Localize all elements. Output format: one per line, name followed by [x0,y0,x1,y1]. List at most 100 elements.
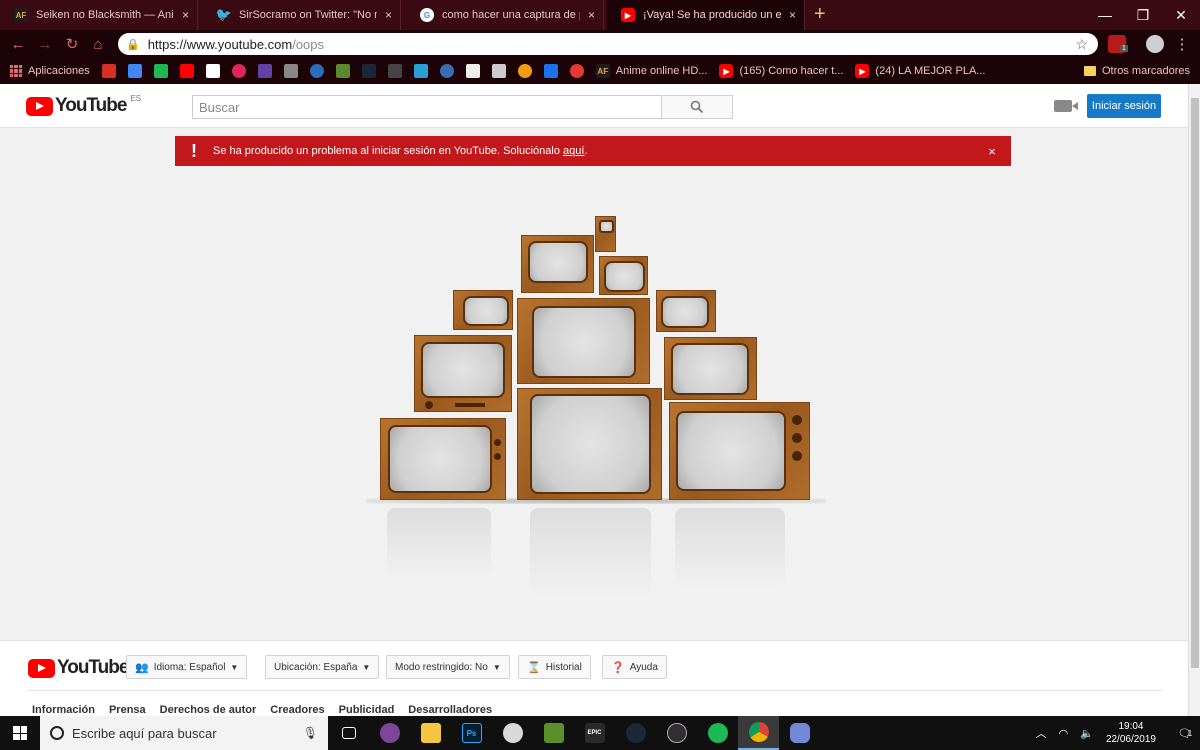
taskbar-app-photoshop[interactable]: Ps [451,716,492,750]
taskbar-app-minecraft[interactable] [533,716,574,750]
bookmark-blue-square-icon[interactable] [543,64,558,78]
bookmark-white-icon[interactable] [205,64,220,78]
footer-link-advertise[interactable]: Publicidad [339,704,395,716]
tv-set [595,216,616,252]
profile-avatar-icon[interactable] [1146,35,1164,53]
footer-link-developers[interactable]: Desarrolladores [408,704,492,716]
upload-video-icon[interactable] [1054,100,1078,112]
back-button[interactable]: ← [8,34,28,54]
bookmark-star-icon[interactable]: ☆ [1075,36,1088,53]
microphone-icon[interactable]: 🎙 [303,726,318,740]
tab-strip: AF Seiken no Blacksmith — AnimeF × 🐦 Sir… [0,0,1200,30]
signin-button[interactable]: Iniciar sesión [1087,94,1161,118]
taskbar-app-chrome[interactable] [738,716,779,750]
help-icon: ❓ [611,661,625,674]
alert-message: Se ha producido un problema al iniciar s… [213,145,588,157]
taskbar-app-epic[interactable]: EPIC [574,716,615,750]
minecraft-icon[interactable] [335,64,350,78]
close-tab-icon[interactable]: × [385,8,392,22]
globe-icon[interactable] [439,64,454,78]
footer-youtube-logo[interactable]: YouTube [28,657,129,679]
forward-button[interactable]: → [35,34,55,54]
close-tab-icon[interactable]: × [789,8,796,22]
home-button[interactable]: ⌂ [88,34,108,54]
start-button[interactable] [0,716,40,750]
tab-google[interactable]: G como hacer una captura de pant × [406,0,604,30]
task-view-icon [341,727,356,739]
bookmark-star-shape-icon[interactable] [465,64,480,78]
bookmark-youtube-2[interactable]: ▶ (24) LA MEJOR PLA... [855,64,985,78]
bookmark-green-icon[interactable] [153,64,168,78]
bookmark-orange-icon[interactable] [517,64,532,78]
taskbar-app-tor[interactable] [369,716,410,750]
alert-fix-link[interactable]: aquí [563,145,584,157]
tab-youtube-error[interactable]: ▶ ¡Vaya! Se ha producido un error × [607,0,805,30]
footer-link-press[interactable]: Prensa [109,704,146,716]
spotify-icon [707,723,728,743]
wifi-icon[interactable]: ◠ [1059,727,1069,740]
taskbar-app-paint[interactable] [492,716,533,750]
taskbar-app-discord[interactable] [779,716,820,750]
tab-twitter[interactable]: 🐦 SirSocramo on Twitter: "No me d × [203,0,401,30]
folder-icon [1083,66,1096,76]
translate-icon[interactable] [127,64,142,78]
search-button[interactable] [661,95,733,119]
language-icon: 👥 [135,661,149,674]
taskbar-search[interactable]: Escribe aquí para buscar 🎙 [40,716,328,750]
bookmark-apps[interactable]: Aplicaciones [10,65,90,77]
taskbar-app-obs[interactable] [656,716,697,750]
address-bar[interactable]: 🔒 https://www.youtube.com/oops ☆ [118,33,1098,55]
minimize-button[interactable]: — [1086,0,1124,30]
tv-set [380,418,506,500]
scrollbar-thumb[interactable] [1191,98,1199,668]
restricted-mode-button[interactable]: Modo restringido: No ▼ [386,655,510,679]
bookmark-lightblue-icon[interactable] [413,64,428,78]
restore-button[interactable]: ❐ [1124,0,1162,30]
tv-set [669,402,810,500]
task-view-button[interactable] [328,716,369,750]
heart-icon[interactable] [231,64,246,78]
new-tab-button[interactable]: + [814,3,826,26]
bookmark-bird-icon[interactable] [491,64,506,78]
twitch-icon[interactable] [257,64,272,78]
tray-chevron-icon[interactable]: ︿ [1036,725,1047,741]
language-button[interactable]: 👥 Idioma: Español ▼ [126,655,248,679]
caret-down-icon: ▼ [230,662,239,672]
taskbar-app-explorer[interactable] [410,716,451,750]
bookmark-dark-icon[interactable] [387,64,402,78]
animeflv-icon: AF [595,64,610,78]
history-button[interactable]: ⌛ Historial [518,655,591,679]
pokeball-icon[interactable] [569,64,584,78]
bookmark-youtube-1[interactable]: ▶ (165) Como hacer t... [719,64,843,78]
close-tab-icon[interactable]: × [588,8,595,22]
tab-animeflv[interactable]: AF Seiken no Blacksmith — AnimeF × [0,0,198,30]
bookmark-blue-icon[interactable] [309,64,324,78]
taskbar-app-spotify[interactable] [697,716,738,750]
page-scrollbar[interactable] [1188,84,1200,716]
youtube-bookmark-icon[interactable] [179,64,194,78]
bookmark-anime-online[interactable]: AF Anime online HD... [595,64,707,78]
bookmark-gray-icon[interactable] [283,64,298,78]
youtube-header: YouTube ES Iniciar sesión [0,84,1188,128]
steam-icon[interactable] [361,64,376,78]
notifications-button[interactable]: 🗨 1 [1170,727,1200,740]
gmail-icon[interactable] [101,64,116,78]
location-button[interactable]: Ubicación: España ▼ [265,655,380,679]
other-bookmarks[interactable]: Otros marcadores [1083,65,1190,77]
footer-link-copyright[interactable]: Derechos de autor [160,704,257,716]
footer-link-info[interactable]: Información [32,704,95,716]
close-window-button[interactable]: ✕ [1162,0,1200,30]
reload-button[interactable]: ↻ [62,34,82,54]
help-button[interactable]: ❓ Ayuda [602,655,667,679]
clock[interactable]: 19:04 22/06/2019 [1106,720,1156,746]
taskbar-app-steam[interactable] [615,716,656,750]
footer-link-creators[interactable]: Creadores [270,704,324,716]
close-alert-icon[interactable]: × [973,144,1011,159]
search-input[interactable] [199,99,655,115]
youtube-logo[interactable]: YouTube ES [26,94,141,117]
url-text: https://www.youtube.com/oops [147,36,325,52]
menu-kebab-icon[interactable]: ⋮ [1172,34,1192,54]
tab-title: Seiken no Blacksmith — AnimeF [36,9,174,21]
close-tab-icon[interactable]: × [182,8,189,22]
volume-icon[interactable]: 🔈 [1080,727,1094,740]
